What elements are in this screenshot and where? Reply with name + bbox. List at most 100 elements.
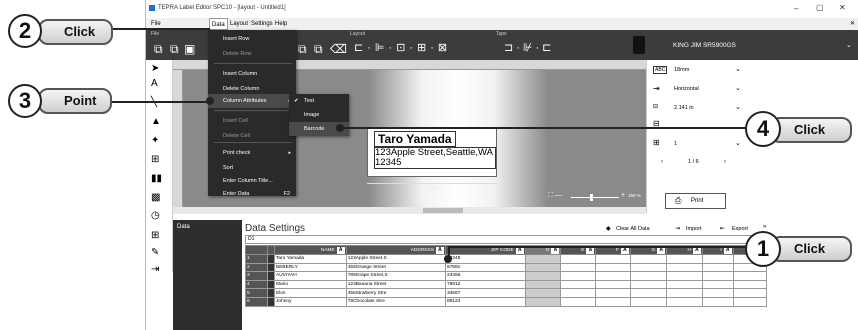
col-attr-icon[interactable]: A	[692, 246, 701, 254]
table-cell[interactable]: BEBERLY	[274, 262, 347, 273]
table-cell[interactable]: 789Grape Street,S	[345, 271, 446, 281]
submenu-text[interactable]: ✔ Text	[289, 94, 349, 108]
data-menu-item-insert-row[interactable]: Insert Row	[208, 32, 296, 46]
data-menu-item-enter-column-title[interactable]: Enter Column Title...	[208, 174, 296, 188]
row-number[interactable]: 3	[245, 271, 268, 281]
table-cell[interactable]: 123Banana Street	[345, 279, 446, 290]
table-cell[interactable]	[629, 296, 668, 307]
image-tool-icon[interactable]: ▲	[151, 116, 161, 127]
table-row[interactable]: 1 Taro Yamada 123Apple Street,S 12345	[245, 254, 768, 264]
table-cell[interactable]	[701, 296, 734, 307]
data-menu-item-sort[interactable]: Sort	[208, 161, 296, 175]
clipart-tool-icon[interactable]: ✦	[151, 135, 159, 146]
table-cell[interactable]	[595, 271, 631, 281]
table-view-icon[interactable]: ⊞	[151, 230, 159, 241]
zoom-fit-icon[interactable]: ⛶ —	[548, 192, 562, 200]
table-cell[interactable]	[629, 279, 668, 290]
table-row[interactable]: 5 Elon 456Strwberry Stre 34567	[245, 288, 768, 298]
col-attr-icon[interactable]: A	[435, 246, 444, 254]
label-name-text[interactable]: Taro Yamada	[374, 131, 456, 147]
table-cell[interactable]	[666, 271, 703, 281]
paste-icon[interactable]: ⧉	[314, 42, 323, 57]
zoom-slider[interactable]	[571, 197, 619, 198]
label-address-text[interactable]: 123Apple Street,Seattle,WA 12345	[374, 147, 496, 169]
table-row[interactable]: 3 AUVIYAH 789Grape Street,S 23456	[245, 271, 768, 281]
clear-all-button[interactable]: Clear All Data	[616, 226, 650, 232]
col-attr-icon[interactable]: A	[723, 246, 732, 254]
maximize-icon[interactable]: ▢	[816, 3, 824, 12]
col-attr-icon[interactable]: A	[551, 246, 560, 254]
col-attr-icon[interactable]: A	[620, 246, 629, 254]
table-cell[interactable]	[701, 279, 734, 290]
data-menu-item-print-check[interactable]: Print check ▸	[208, 146, 296, 160]
tape-tools-icon[interactable]: ⊐·⊮·⊏	[504, 41, 554, 54]
table-cell[interactable]	[732, 296, 768, 307]
collapse-icon[interactable]: »	[763, 224, 766, 230]
import-data-icon[interactable]: ⇥	[151, 264, 159, 275]
table-cell[interactable]: 89123	[444, 296, 526, 307]
table-cell[interactable]	[629, 271, 668, 281]
table-cell[interactable]: 34567	[444, 288, 526, 298]
length-dropdown-icon[interactable]: ⌄	[735, 103, 741, 111]
table-cell[interactable]	[732, 288, 768, 298]
data-menu-item-delete-cell[interactable]: Delete Cell	[208, 129, 296, 143]
new-file-icon[interactable]: ⧉	[154, 42, 163, 57]
table-cell[interactable]	[524, 296, 562, 307]
import-button[interactable]: Import	[686, 226, 702, 232]
table-cell[interactable]: 23456	[444, 271, 526, 281]
row-number[interactable]: 6	[245, 296, 268, 307]
table-cell[interactable]	[701, 262, 734, 273]
submenu-image[interactable]: Image	[289, 108, 349, 122]
table-cell[interactable]	[595, 279, 631, 290]
col-attr-icon[interactable]: A	[586, 246, 595, 254]
table-cell[interactable]: 78Chocolate Stre	[345, 296, 446, 307]
menu-file[interactable]: File	[151, 21, 161, 27]
table-cell[interactable]: Taro Yamada	[274, 254, 347, 264]
table-tool-icon[interactable]: ⊞	[151, 154, 159, 165]
qrcode-tool-icon[interactable]: ▩	[151, 192, 160, 203]
menu-help[interactable]: Help	[275, 21, 287, 27]
table-cell[interactable]	[629, 254, 668, 264]
hscroll-thumb[interactable]	[423, 208, 463, 213]
next-page-icon[interactable]: ›	[724, 159, 726, 165]
table-cell[interactable]	[524, 254, 562, 264]
table-cell[interactable]	[666, 296, 703, 307]
table-cell[interactable]	[629, 288, 668, 298]
col-attr-icon[interactable]: A	[515, 246, 524, 254]
data-menu-item-insert-column[interactable]: Insert Column	[208, 67, 296, 81]
table-cell[interactable]	[560, 271, 597, 281]
data-menu-item-delete-row[interactable]: Delete Row	[208, 47, 296, 61]
table-row[interactable]: 4 Mario 123Banana Street 78912	[245, 279, 768, 290]
copy-icon[interactable]: ⧉	[298, 42, 307, 57]
delete-icon[interactable]: ⌫	[330, 42, 347, 56]
table-cell[interactable]	[701, 271, 734, 281]
col-attr-icon[interactable]: A	[657, 246, 666, 254]
open-file-icon[interactable]: ⧉	[170, 42, 179, 57]
table-cell[interactable]	[524, 271, 562, 281]
menu-data[interactable]: Data	[209, 18, 228, 30]
table-cell[interactable]	[524, 262, 562, 273]
copies-dropdown-icon[interactable]: ⌄	[735, 139, 741, 147]
col-attr-icon[interactable]: A	[336, 246, 345, 254]
table-cell[interactable]: 12345	[444, 254, 526, 264]
zoom-slider-thumb[interactable]	[590, 194, 593, 201]
table-cell[interactable]	[701, 254, 734, 264]
export-button[interactable]: Export	[732, 226, 748, 232]
minimize-icon[interactable]: –	[794, 4, 798, 13]
table-row[interactable]: 2 BEBERLY 456Orange Street 67891	[245, 262, 768, 273]
table-cell[interactable]	[666, 254, 703, 264]
label-preview[interactable]: Taro Yamada 123Apple Street,Seattle,WA 12…	[367, 127, 497, 177]
table-cell[interactable]: 456Orange Street	[345, 262, 446, 273]
row-number[interactable]: 4	[245, 279, 268, 290]
table-cell[interactable]	[666, 262, 703, 273]
orientation-value[interactable]: Horizontal	[674, 86, 699, 92]
close-doc-icon[interactable]: ✕	[850, 20, 855, 27]
table-cell[interactable]	[666, 288, 703, 298]
edit-data-icon[interactable]: ✎	[151, 247, 159, 258]
tape-dropdown-icon[interactable]: ⌄	[735, 65, 741, 73]
data-menu-item-enter-data[interactable]: Enter Data F2	[208, 187, 296, 201]
data-menu-item-insert-cell[interactable]: Insert Cell	[208, 114, 296, 128]
table-cell[interactable]: Mario	[274, 279, 347, 290]
table-cell[interactable]: 67891	[444, 262, 526, 273]
save-icon[interactable]: ▣	[184, 42, 195, 56]
